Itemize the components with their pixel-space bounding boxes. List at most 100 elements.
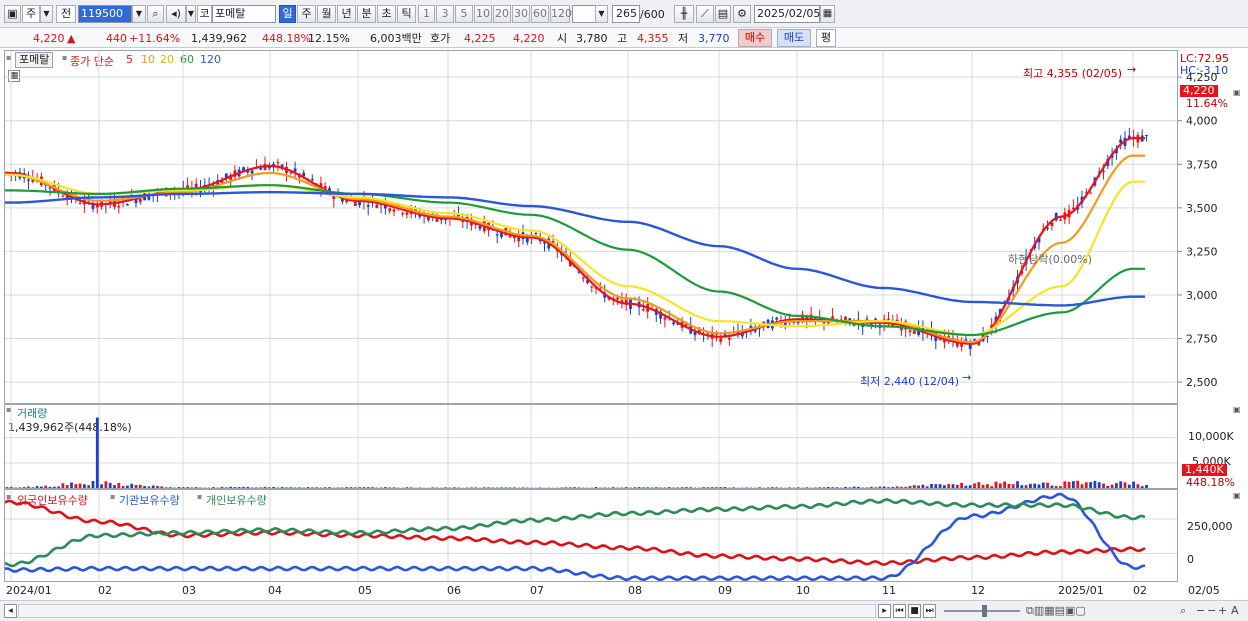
volume-bar (504, 487, 508, 488)
x-axis-label-7: 08 (628, 584, 642, 597)
layout-tools-icon[interactable]: ⧉▥▦▤▣▢ (1026, 604, 1086, 618)
volume-collapse-icon[interactable]: ▣ (1233, 405, 1241, 414)
volume-bar (349, 487, 353, 488)
candle-body (590, 286, 594, 288)
interval-1[interactable]: 1 (418, 5, 435, 23)
first-page-icon[interactable]: ⏮ (893, 604, 906, 618)
volume-bar (104, 481, 108, 488)
horizontal-scrollbar[interactable] (18, 604, 876, 618)
volume-bar (594, 487, 598, 488)
scroll-right-icon[interactable]: ▸ (878, 604, 891, 618)
period-day-tab[interactable]: 일 (279, 5, 296, 23)
x-axis-label-0: 2024/01 (6, 584, 52, 597)
interval-10[interactable]: 10 (474, 5, 492, 23)
volume-bar (771, 487, 774, 488)
stock-name-field[interactable]: 포메탈 (212, 5, 276, 23)
volume-bar (293, 487, 297, 488)
volume-bar (887, 487, 890, 488)
period-second-tab[interactable]: 초 (377, 5, 396, 23)
volume-bar (633, 487, 637, 488)
volume-bar (470, 487, 473, 488)
hoga-label: 호가 (430, 32, 451, 45)
volume-bar (229, 486, 232, 488)
volume-bar (285, 487, 288, 488)
speaker-dropdown-icon[interactable]: ▼ (186, 5, 196, 23)
volume-bar (1029, 483, 1032, 488)
zoom-in-icon[interactable]: + (1218, 604, 1227, 617)
volume-bar (921, 484, 925, 488)
stop-icon[interactable]: ■ (908, 604, 921, 618)
period-tick-tab[interactable]: 틱 (397, 5, 416, 23)
interval-30[interactable]: 30 (512, 5, 530, 23)
interval-20[interactable]: 20 (493, 5, 511, 23)
code-dropdown-icon[interactable]: ▼ (132, 5, 146, 23)
layout-icon[interactable]: ▣ (4, 5, 21, 23)
panel-collapse-icon[interactable]: ▣ (1233, 88, 1241, 97)
volume-bar (9, 486, 13, 488)
scroll-left-icon[interactable]: ◂ (4, 604, 17, 618)
volume-bar (1067, 481, 1071, 488)
stock-code-input[interactable]: 119500 (78, 5, 132, 23)
candle-body (138, 199, 142, 203)
holdings-collapse-icon[interactable]: ▣ (1233, 491, 1241, 500)
x-axis-label-3: 04 (268, 584, 282, 597)
volume-value: 1,439,962 (191, 32, 247, 45)
last-page-icon[interactable]: ⏭ (923, 604, 936, 618)
market-dropdown-icon[interactable]: ▼ (40, 5, 53, 23)
volume-bar (315, 487, 318, 488)
volume-bar (474, 487, 478, 488)
volume-bar (143, 486, 146, 488)
interval-5[interactable]: 5 (455, 5, 473, 23)
market-select[interactable]: 주 (22, 5, 40, 23)
volume-bar (1020, 485, 1024, 488)
buy-button[interactable]: 매수 (738, 29, 772, 47)
zoom-icon[interactable]: ⌕ (1180, 604, 1186, 618)
period-year-tab[interactable]: 년 (337, 5, 356, 23)
interval-120[interactable]: 120 (550, 5, 572, 23)
search-icon[interactable]: ⌕ (147, 5, 164, 23)
volume-bar (1063, 481, 1067, 488)
count-total: /600 (640, 8, 665, 21)
volume-bar (108, 482, 112, 488)
volume-bar (1127, 484, 1131, 488)
auto-scale-icon[interactable]: A (1231, 604, 1239, 617)
interval-3[interactable]: 3 (436, 5, 454, 23)
custom-interval-dropdown-icon[interactable]: ▼ (595, 5, 608, 23)
candle-body (642, 309, 645, 311)
candle-body (126, 204, 129, 206)
price-grid (5, 51, 1177, 403)
period-month-tab[interactable]: 월 (317, 5, 336, 23)
candle-body (973, 339, 976, 341)
x-axis-label-12: 2025/01 (1058, 584, 1104, 597)
volume-bar (255, 487, 258, 488)
sell-button[interactable]: 매도 (777, 29, 811, 47)
interval-60[interactable]: 60 (531, 5, 549, 23)
volume-bar (568, 487, 572, 488)
eval-button[interactable]: 평 (816, 29, 836, 47)
volume-bar (719, 487, 723, 488)
line-tool-icon[interactable]: ⟋ (696, 5, 714, 23)
speaker-icon[interactable]: ◂) (166, 5, 186, 23)
save-icon[interactable]: ▤ (715, 5, 731, 23)
minus-icon[interactable]: − (1207, 604, 1216, 617)
zoom-slider-handle[interactable] (982, 605, 987, 617)
volume-bar (1093, 480, 1097, 488)
period-week-tab[interactable]: 주 (297, 5, 316, 23)
volume-bar (95, 417, 99, 488)
market-prefix: 코 (197, 5, 212, 23)
candle-body (461, 221, 465, 223)
volume-bar (1003, 481, 1006, 488)
ma-line-10 (5, 154, 1145, 344)
count-input[interactable]: 265 (612, 5, 640, 23)
volume-bar (814, 487, 817, 488)
prev-button[interactable]: 전 (56, 5, 76, 23)
zoom-out-icon[interactable]: − (1196, 604, 1205, 617)
volume-bar (1041, 482, 1045, 488)
volume-bar (164, 487, 168, 488)
gear-icon[interactable]: ⚙ (733, 5, 751, 23)
candle-type-icon[interactable]: ╫ (674, 5, 694, 23)
candle-body (1145, 135, 1148, 137)
date-input[interactable]: 2025/02/05 (754, 5, 820, 23)
calendar-icon[interactable]: ▦ (820, 5, 835, 23)
period-minute-tab[interactable]: 분 (357, 5, 376, 23)
